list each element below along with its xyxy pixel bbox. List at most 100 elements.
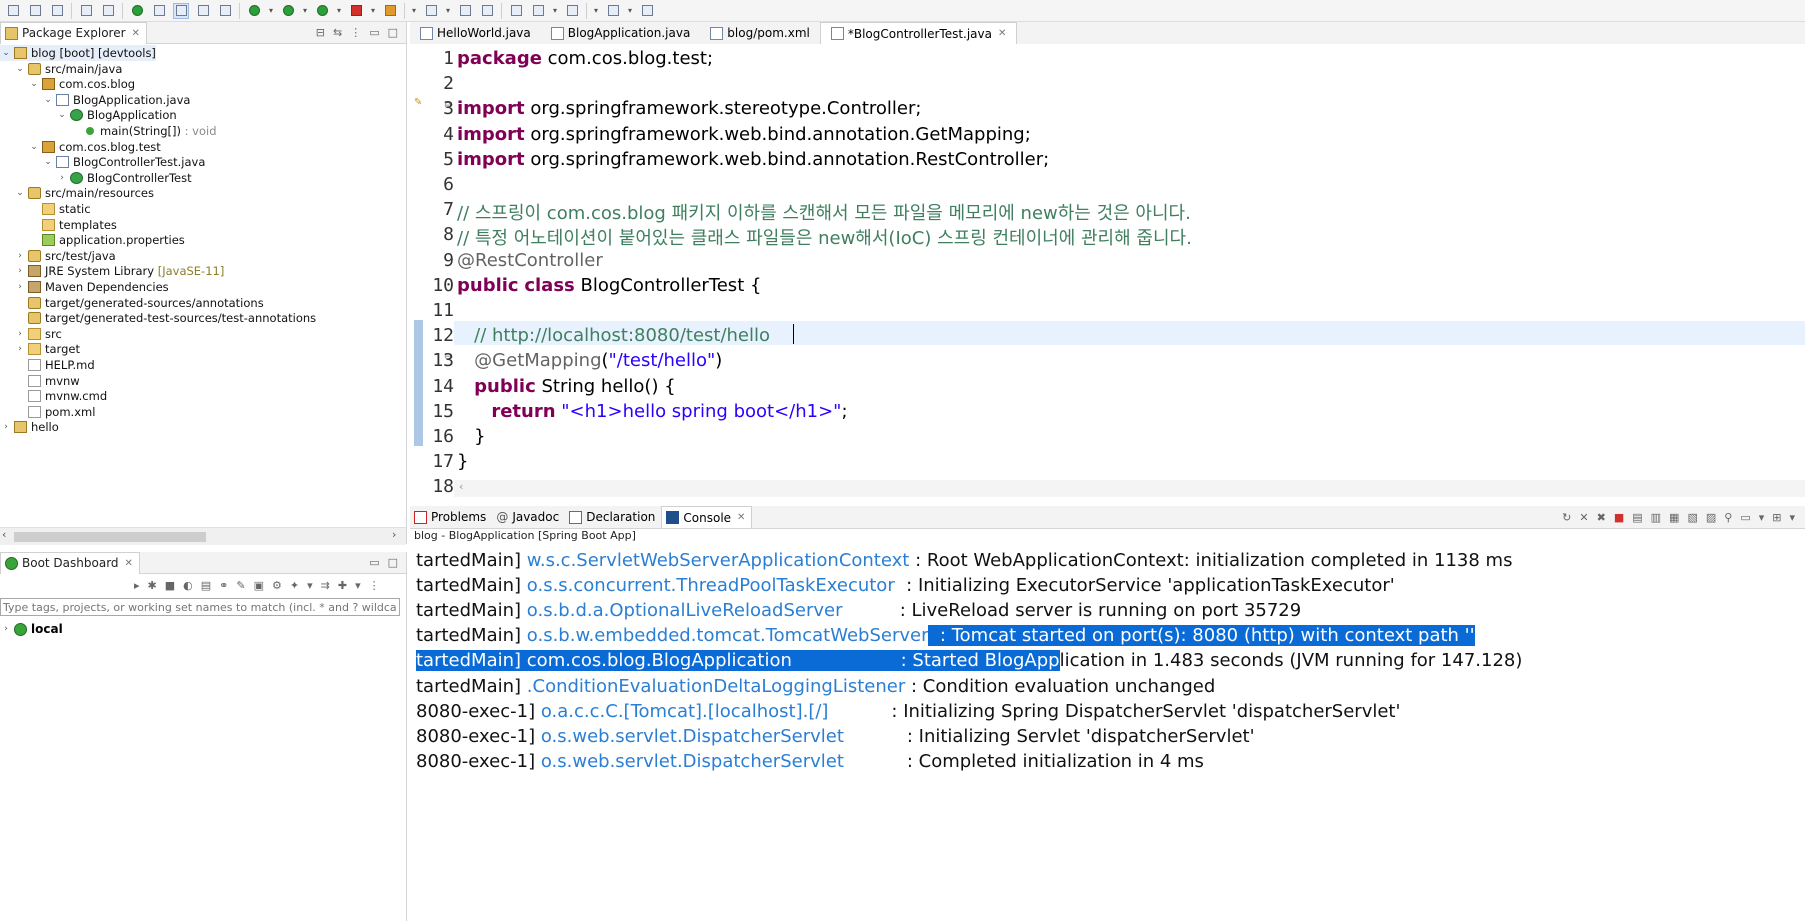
open-console-icon[interactable]: ⊞ bbox=[1772, 511, 1781, 524]
minimize-icon[interactable]: ▭ bbox=[369, 556, 379, 569]
code-line[interactable]: public class BlogControllerTest { bbox=[457, 275, 761, 296]
console-line[interactable]: tartedMain] o.s.s.concurrent.ThreadPoolT… bbox=[416, 575, 1395, 596]
chevron-right-icon[interactable]: › bbox=[14, 344, 26, 354]
show-on-stderr-icon[interactable]: ▨ bbox=[1706, 511, 1716, 524]
console-line[interactable]: tartedMain] o.s.b.d.a.OptionalLiveReload… bbox=[416, 600, 1301, 621]
tree-item[interactable]: › JRE System Library [JavaSE-11] bbox=[14, 263, 224, 279]
code-line[interactable]: public String hello() { bbox=[457, 376, 675, 397]
filter-icon[interactable]: ⚙ bbox=[272, 579, 282, 592]
back-icon[interactable] bbox=[564, 3, 580, 19]
refresh-icon[interactable] bbox=[457, 3, 473, 19]
tree-item[interactable]: › BlogControllerTest bbox=[56, 170, 191, 186]
chevron-right-icon[interactable]: › bbox=[14, 251, 26, 261]
debug-icon[interactable] bbox=[246, 3, 262, 19]
tree-item[interactable]: ⌄ BlogApplication.java bbox=[42, 92, 190, 108]
tree-item[interactable]: ⌄ src/main/java bbox=[14, 61, 122, 77]
code-line[interactable]: } bbox=[457, 451, 468, 472]
chevron-down-icon[interactable]: ⌄ bbox=[14, 64, 26, 74]
external-tools-icon[interactable] bbox=[382, 3, 398, 19]
view-menu-icon[interactable]: ⋮ bbox=[350, 26, 361, 39]
console-line[interactable]: 8080-exec-1] o.a.c.c.C.[Tomcat].[localho… bbox=[416, 701, 1400, 722]
tree-item[interactable]: ⌄ blog [boot] [devtools] bbox=[0, 45, 156, 61]
close-icon[interactable]: ✕ bbox=[998, 28, 1006, 39]
console-output[interactable]: tartedMain] w.s.c.ServletWebServerApplic… bbox=[410, 544, 1805, 921]
chevron-down-icon[interactable]: ▾ bbox=[369, 3, 377, 19]
tree-item[interactable]: ⌄ com.cos.blog bbox=[28, 76, 135, 92]
window-icon[interactable]: ▣ bbox=[254, 579, 264, 592]
code-line[interactable]: import org.springframework.stereotype.Co… bbox=[457, 98, 921, 119]
chevron-down-icon[interactable]: ▾ bbox=[267, 3, 275, 19]
console-line[interactable]: tartedMain] o.s.b.w.embedded.tomcat.Tomc… bbox=[416, 625, 1475, 647]
collapse-icon[interactable]: ⇉ bbox=[321, 579, 330, 592]
code-line[interactable]: package com.cos.blog.test; bbox=[457, 48, 713, 69]
code-line[interactable]: import org.springframework.web.bind.anno… bbox=[457, 124, 1031, 145]
tree-item[interactable]: ⌄ src/main/resources bbox=[14, 185, 154, 201]
code-line[interactable]: @RestController bbox=[457, 250, 603, 271]
lightbulb-icon[interactable]: ✦ bbox=[290, 579, 299, 592]
chevron-right-icon[interactable]: › bbox=[0, 624, 12, 634]
coverage-icon[interactable] bbox=[314, 3, 330, 19]
link-with-editor-icon[interactable]: ⇆ bbox=[333, 26, 342, 39]
tree-item[interactable]: › src bbox=[14, 326, 62, 342]
chevron-down-icon[interactable]: ▾ bbox=[626, 3, 634, 19]
scroll-lock-icon[interactable]: ▥ bbox=[1651, 511, 1661, 524]
chevron-right-icon[interactable]: › bbox=[14, 329, 26, 339]
maximize-icon[interactable]: □ bbox=[388, 26, 398, 39]
scroll-right-icon[interactable]: › bbox=[392, 528, 396, 541]
search-icon[interactable] bbox=[100, 3, 116, 19]
run-icon[interactable] bbox=[280, 3, 296, 19]
code-line[interactable]: return "<h1>hello spring boot</h1>"; bbox=[457, 401, 847, 422]
open-folder-icon[interactable] bbox=[479, 3, 495, 19]
tree-item[interactable]: ⌄ BlogApplication bbox=[56, 107, 176, 123]
add-icon[interactable]: ✚ bbox=[338, 579, 347, 592]
save-icon[interactable] bbox=[27, 3, 43, 19]
forward-icon[interactable] bbox=[605, 3, 621, 19]
collapse-all-icon[interactable]: ⊟ bbox=[316, 26, 325, 39]
link-icon[interactable]: ⚭ bbox=[219, 579, 228, 592]
maximize-icon[interactable]: □ bbox=[388, 556, 398, 569]
stop-icon[interactable]: ■ bbox=[165, 579, 175, 592]
toggle-icon[interactable] bbox=[195, 3, 211, 19]
chevron-down-icon[interactable]: ⌄ bbox=[0, 48, 12, 58]
remove-launch-icon[interactable]: ✕ bbox=[1579, 511, 1588, 524]
scroll-left-icon[interactable]: ‹ bbox=[459, 480, 463, 493]
console-icon[interactable]: ▤ bbox=[201, 579, 211, 592]
boot-dashboard-tab[interactable]: Boot Dashboard ✕ bbox=[0, 551, 140, 574]
console-line[interactable]: tartedMain] w.s.c.ServletWebServerApplic… bbox=[416, 550, 1512, 571]
tree-item[interactable]: ⌄ com.cos.blog.test bbox=[28, 139, 161, 155]
view-menu-icon[interactable]: ⋮ bbox=[369, 579, 380, 592]
editor-horizontal-scrollbar[interactable]: ‹ bbox=[454, 480, 1805, 497]
chevron-down-icon[interactable]: ⌄ bbox=[28, 142, 40, 152]
new-class-icon[interactable] bbox=[423, 3, 439, 19]
chevron-right-icon[interactable]: › bbox=[14, 282, 26, 292]
chevron-down-icon[interactable]: ⌄ bbox=[14, 188, 26, 198]
tree-item[interactable]: › Maven Dependencies bbox=[14, 279, 168, 295]
mark-icon[interactable] bbox=[173, 2, 189, 19]
code-line[interactable]: import org.springframework.web.bind.anno… bbox=[457, 149, 1049, 170]
new-icon[interactable] bbox=[5, 3, 21, 19]
start-icon[interactable]: ▸ bbox=[134, 579, 140, 592]
open-browser-icon[interactable]: ◐ bbox=[183, 579, 193, 592]
scrollbar-thumb[interactable] bbox=[14, 532, 206, 542]
pin-icon[interactable] bbox=[508, 3, 524, 19]
word-wrap-icon[interactable]: ▦ bbox=[1669, 511, 1679, 524]
tree-item[interactable]: static bbox=[28, 201, 91, 217]
tree-item[interactable]: target/generated-sources/annotations bbox=[14, 295, 264, 311]
chevron-down-icon[interactable]: ▾ bbox=[301, 3, 309, 19]
clear-console-icon[interactable]: ▤ bbox=[1632, 511, 1642, 524]
bottom-tab[interactable]: @ Javadoc bbox=[492, 506, 565, 528]
boot-dashboard-item-local[interactable]: › local bbox=[0, 620, 63, 638]
chevron-right-icon[interactable]: › bbox=[0, 422, 12, 432]
tree-item[interactable]: HELP.md bbox=[14, 357, 95, 373]
chevron-down-icon[interactable]: ▾ bbox=[335, 3, 343, 19]
code-line[interactable]: // http://localhost:8080/test/hello bbox=[457, 325, 770, 346]
console-line[interactable]: 8080-exec-1] o.s.web.servlet.DispatcherS… bbox=[416, 726, 1255, 747]
tree-item[interactable]: main(String[]) : void bbox=[70, 123, 217, 139]
console-line[interactable]: tartedMain] .ConditionEvaluationDeltaLog… bbox=[416, 676, 1215, 697]
stop-icon[interactable] bbox=[348, 3, 364, 19]
chevron-down-icon[interactable]: ▾ bbox=[1759, 511, 1765, 524]
code-line[interactable]: // 특정 어노테이션이 붙어있는 클래스 파일들은 new해서(IoC) 스프… bbox=[457, 224, 1192, 250]
chevron-down-icon[interactable]: ⌄ bbox=[28, 79, 40, 89]
code-line[interactable]: } bbox=[457, 426, 485, 447]
scroll-left-icon[interactable]: ‹ bbox=[2, 528, 6, 541]
